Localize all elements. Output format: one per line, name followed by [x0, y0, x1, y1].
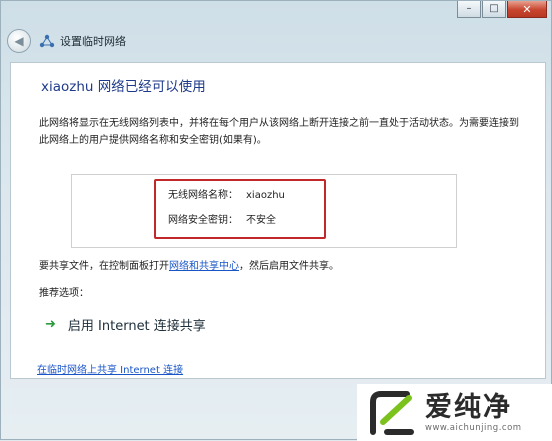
watermark-text: 爱纯净 www.aichunjing.com [425, 391, 522, 433]
network-name-value: xiaozhu [246, 190, 285, 201]
share-suffix: ，然后启用文件共享。 [239, 261, 339, 272]
close-button[interactable]: ✕ [507, 1, 547, 18]
green-arrow-icon: ➜ [45, 317, 56, 332]
share-instructions: 要共享文件，在控制面板打开网络和共享中心，然后启用文件共享。 [39, 257, 339, 272]
minimize-button[interactable]: – [457, 1, 481, 18]
window-controls: – □ ✕ [456, 1, 547, 18]
network-sharing-center-link[interactable]: 网络和共享中心 [169, 261, 239, 272]
security-key-row: 网络安全密钥： 不安全 [168, 211, 276, 226]
back-arrow-icon: ◀ [14, 34, 24, 48]
window-title: 设置临时网络 [60, 35, 126, 48]
security-key-label: 网络安全密钥： [168, 215, 238, 226]
nav-bar: ◀ 设置临时网络 [7, 29, 126, 53]
enable-ics-label: 启用 Internet 连接共享 [67, 319, 206, 334]
dialog-window: – □ ✕ ◀ 设置临时网络 xiaozhu 网络已经可以使用 此网络将显示在无… [0, 0, 552, 441]
adhoc-network-icon [39, 34, 55, 48]
network-name-label: 无线网络名称： [168, 190, 238, 201]
network-name-row: 无线网络名称： xiaozhu [168, 186, 285, 201]
brand-url: www.aichunjing.com [425, 422, 522, 433]
title-bar: – □ ✕ [1, 1, 552, 27]
share-internet-link[interactable]: 在临时网络上共享 Internet 连接 [37, 361, 183, 376]
maximize-button[interactable]: □ [482, 1, 506, 18]
brand-name: 爱纯净 [425, 391, 512, 423]
back-button[interactable]: ◀ [7, 29, 31, 53]
enable-ics-option[interactable]: ➜ 启用 Internet 连接共享 [45, 315, 206, 334]
content-panel: xiaozhu 网络已经可以使用 此网络将显示在无线网络列表中，并将在每个用户从… [10, 62, 546, 379]
security-key-value: 不安全 [246, 215, 276, 226]
description-text: 此网络将显示在无线网络列表中，并将在每个用户从该网络上断开连接之前一直处于活动状… [39, 118, 519, 146]
watermark: 爱纯净 www.aichunjing.com [357, 384, 552, 441]
page-title: xiaozhu 网络已经可以使用 [41, 79, 206, 95]
recommended-options-label: 推荐选项： [39, 288, 89, 299]
share-prefix: 要共享文件，在控制面板打开 [39, 261, 169, 272]
brand-logo-icon [370, 390, 414, 435]
